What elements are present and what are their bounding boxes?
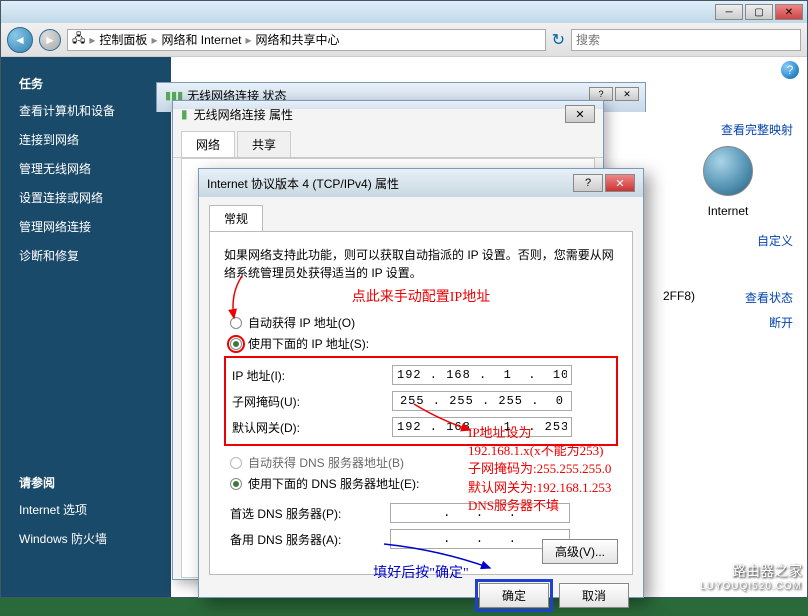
- radio-manual-ip[interactable]: [230, 338, 242, 350]
- navbar: ◄ ► 🖧 ▸ 控制面板 ▸ 网络和 Internet ▸ 网络和共享中心 ↻: [1, 23, 807, 57]
- radio-auto-dns-label: 自动获得 DNS 服务器地址(B): [248, 454, 404, 471]
- sidebar: 任务 查看计算机和设备 连接到网络 管理无线网络 设置连接或网络 管理网络连接 …: [1, 57, 171, 597]
- watermark: 路由器之家 LUYOUQI520.COM: [700, 561, 802, 592]
- breadcrumb-p3[interactable]: 网络和共享中心: [256, 31, 340, 48]
- ip-address-input[interactable]: [392, 365, 572, 385]
- dns2-label: 备用 DNS 服务器(A):: [230, 531, 390, 548]
- radio-manual-dns-label: 使用下面的 DNS 服务器地址(E):: [248, 475, 419, 492]
- internet-globe-icon: [703, 146, 753, 196]
- view-status-link[interactable]: 查看状态: [745, 289, 793, 306]
- props-tab-network[interactable]: 网络: [181, 131, 235, 157]
- radio-auto-ip-row[interactable]: 自动获得 IP 地址(O): [224, 312, 618, 333]
- ipv4-close-button[interactable]: ✕: [605, 174, 635, 192]
- sidebar-heading-tasks: 任务: [1, 71, 171, 96]
- sidebar-item-connect[interactable]: 连接到网络: [1, 125, 171, 154]
- breadcrumb-icon: 🖧: [72, 29, 85, 50]
- ipv4-help-button[interactable]: ?: [573, 174, 603, 192]
- ip-address-label: IP 地址(I):: [232, 367, 392, 384]
- sidebar-item-firewall[interactable]: Windows 防火墙: [1, 524, 171, 553]
- props-tab-sharing[interactable]: 共享: [237, 131, 291, 157]
- sidebar-item-setup[interactable]: 设置连接或网络: [1, 183, 171, 212]
- cancel-button[interactable]: 取消: [559, 583, 629, 608]
- ipv4-properties-window: Internet 协议版本 4 (TCP/IPv4) 属性 ? ✕ 常规 如果网…: [198, 168, 644, 598]
- nav-forward-button[interactable]: ►: [39, 29, 61, 51]
- close-button[interactable]: ✕: [775, 4, 803, 20]
- ip-settings-box: IP 地址(I): 子网掩码(U): 默认网关(D):: [224, 356, 618, 446]
- sidebar-item-wireless[interactable]: 管理无线网络: [1, 154, 171, 183]
- sidebar-item-manage[interactable]: 管理网络连接: [1, 212, 171, 241]
- ipv4-tab-general[interactable]: 常规: [209, 205, 263, 231]
- sidebar-item-inetopts[interactable]: Internet 选项: [1, 495, 171, 524]
- network-icon: ▮: [181, 107, 188, 121]
- ipv4-description: 如果网络支持此功能，则可以获取自动指派的 IP 设置。否则，您需要从网络系统管理…: [224, 246, 618, 282]
- help-icon[interactable]: ?: [781, 61, 799, 79]
- custom-link[interactable]: 自定义: [663, 232, 793, 249]
- gateway-input[interactable]: [392, 417, 572, 437]
- watermark-line2: LUYOUQI520.COM: [700, 581, 802, 592]
- nav-back-button[interactable]: ◄: [7, 27, 33, 53]
- maximize-button[interactable]: ▢: [745, 4, 773, 20]
- props-close-button[interactable]: ✕: [565, 105, 595, 123]
- radio-manual-dns[interactable]: [230, 478, 242, 490]
- annotation-manual: 点此来手动配置IP地址: [224, 286, 618, 306]
- radio-auto-ip[interactable]: [230, 317, 242, 329]
- radio-manual-dns-row[interactable]: 使用下面的 DNS 服务器地址(E):: [224, 473, 618, 494]
- advanced-button[interactable]: 高级(V)...: [542, 539, 618, 564]
- sidebar-item-devices[interactable]: 查看计算机和设备: [1, 96, 171, 125]
- radio-auto-dns-row[interactable]: 自动获得 DNS 服务器地址(B): [224, 452, 618, 473]
- sidebar-heading-seealso: 请参阅: [1, 470, 171, 495]
- annotation-ok: 填好后按"确定": [224, 562, 618, 582]
- watermark-line1: 路由器之家: [700, 561, 802, 581]
- subnet-mask-label: 子网掩码(U):: [232, 393, 392, 410]
- window-titlebar: ─ ▢ ✕: [1, 1, 807, 23]
- view-map-link[interactable]: 查看完整映射: [663, 121, 793, 138]
- breadcrumb-p2[interactable]: 网络和 Internet: [161, 31, 241, 48]
- net-id-label: 2FF8): [663, 289, 695, 306]
- radio-auto-dns: [230, 457, 242, 469]
- dns1-label: 首选 DNS 服务器(P):: [230, 505, 390, 522]
- ipv4-window-title: Internet 协议版本 4 (TCP/IPv4) 属性: [207, 175, 399, 192]
- refresh-icon[interactable]: ↻: [552, 30, 565, 50]
- sidebar-item-diagnose[interactable]: 诊断和修复: [1, 241, 171, 270]
- dns1-input[interactable]: [390, 503, 570, 523]
- ok-button[interactable]: 确定: [479, 583, 549, 608]
- status-close-button[interactable]: ✕: [615, 87, 639, 101]
- minimize-button[interactable]: ─: [715, 4, 743, 20]
- gateway-label: 默认网关(D):: [232, 419, 392, 436]
- disconnect-link[interactable]: 断开: [769, 314, 793, 331]
- internet-label: Internet: [663, 204, 793, 218]
- status-help-button[interactable]: ?: [589, 87, 613, 101]
- subnet-mask-input[interactable]: [392, 391, 572, 411]
- breadcrumb-p1[interactable]: 控制面板: [99, 31, 147, 48]
- radio-manual-ip-row[interactable]: 使用下面的 IP 地址(S):: [224, 333, 618, 354]
- radio-manual-ip-label: 使用下面的 IP 地址(S):: [248, 335, 369, 352]
- props-window-title: 无线网络连接 属性: [194, 106, 293, 123]
- breadcrumb[interactable]: 🖧 ▸ 控制面板 ▸ 网络和 Internet ▸ 网络和共享中心: [67, 29, 546, 51]
- search-input[interactable]: [571, 29, 801, 51]
- radio-auto-ip-label: 自动获得 IP 地址(O): [248, 314, 355, 331]
